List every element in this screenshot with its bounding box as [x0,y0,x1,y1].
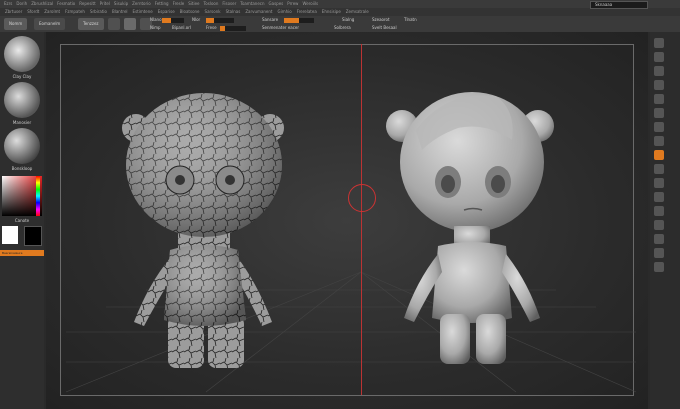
smooth-character-model[interactable] [376,70,576,370]
menu-item[interactable]: Fetting [155,1,169,6]
clay-brush-icon[interactable] [4,36,40,72]
menu-item[interactable]: Pritel [100,1,110,6]
menu-item[interactable]: Toamtanecn [240,1,264,6]
menu-item[interactable]: Repesitt [79,1,95,6]
setting-icon[interactable] [654,262,664,272]
menu-item[interactable]: Weroiils [302,1,318,6]
brush2-label: Manosier [12,120,32,125]
rotate-icon[interactable] [654,122,664,132]
frame-icon[interactable] [654,80,664,90]
menu-item[interactable]: Sitiee [188,1,199,6]
brush3-label: Bonskloop [11,166,33,171]
submenu-item[interactable]: Blantrel [112,9,128,14]
xyz-icon[interactable] [654,178,664,188]
submenu-item[interactable]: Frerelatea [297,9,317,14]
brush-cursor [348,184,376,212]
menu-item[interactable]: Sisukip [114,1,128,6]
symmetry-line [361,44,362,395]
submenu-item[interactable]: Bloatsone [180,9,200,14]
ctl-4: Sialng [342,17,355,22]
floor-icon[interactable] [654,150,664,160]
menu-item[interactable]: Gaspes [269,1,284,6]
submenu-item[interactable]: Stalnas [226,9,241,14]
lock-icon[interactable] [654,38,664,48]
nomm-button[interactable]: Nomm [4,18,28,30]
submenu-item[interactable]: Gimhio [278,9,292,14]
submenu-item[interactable]: Esparise [158,9,175,14]
brush1-label: Clay Clay [12,74,32,79]
secondary-color-swatch[interactable] [24,226,42,246]
dynamic-icon[interactable] [654,248,664,258]
ctl-7: Nimp [150,25,161,30]
top-toolbar: Nomm Eomanelm Tenzzez Nlano Nlor Sansare… [0,16,680,32]
local-icon[interactable] [654,164,664,174]
menu-item[interactable]: Tosloon [204,1,219,6]
ctl-9: Frese [206,25,217,30]
slider-4[interactable] [220,26,246,31]
material-sphere-icon[interactable] [4,128,40,164]
scale-icon[interactable] [654,108,664,118]
viewport-canvas[interactable] [46,32,680,409]
submenu-item[interactable]: Ehnsisipe [322,9,341,14]
ctl-3: Sansare [262,17,279,22]
submenu-item[interactable]: Zbrtuser [5,9,22,14]
sub-menubar: Zbrtuser Sfordt Zarolmt Fzmpateh Srbiratio Bl… [0,8,680,16]
eomanelm-button[interactable]: Eomanelm [34,18,66,30]
ghost-icon[interactable] [654,220,664,230]
submenu-item[interactable]: Sarsonk [205,9,221,14]
camera-icon[interactable] [654,66,664,76]
footer-label[interactable]: Basrsinaiaure [0,250,44,256]
ctl-1: Nlano [150,17,162,22]
primary-color-swatch[interactable] [2,226,18,244]
menu-item[interactable]: Prrew [287,1,298,6]
right-toolbar [650,32,680,409]
submenu-item[interactable]: Zarolmt [44,9,60,14]
left-panel: Clay Clay Manosier Bonskloop Canote Basr… [0,32,44,409]
color-label: Canote [14,218,30,223]
transp-icon[interactable] [654,206,664,216]
submenu-item[interactable]: Fzmpateh [65,9,85,14]
ctl-6: Tlnatn [404,17,417,22]
submenu-item[interactable]: Sfordt [27,9,39,14]
solo-icon[interactable] [654,192,664,202]
menu-item[interactable]: Fresle [173,1,185,6]
slider-1[interactable] [162,18,184,23]
submenu-item[interactable]: Srbiratio [90,9,107,14]
slider-2[interactable] [206,18,234,23]
manosier-brush-icon[interactable] [4,82,40,118]
main-menubar: Ezrs Dorih Zbrushlizal Fesmatio Repesitt Prit… [0,0,680,8]
menu-item[interactable]: Zerntorio [132,1,151,6]
submenu-item[interactable]: Zarvumanent [245,9,272,14]
menu-item[interactable]: Fesmatio [57,1,75,6]
hue-slider[interactable] [36,176,40,216]
menu-item[interactable]: Dorih [16,1,27,6]
submenu-item[interactable]: Zemsatrale [346,9,369,14]
tenzzez-button[interactable]: Tenzzez [78,18,104,30]
cracked-character-model[interactable] [112,70,312,370]
submenu-item[interactable]: Estimtene [133,9,153,14]
poly-icon[interactable] [654,234,664,244]
grid-icon[interactable] [654,52,664,62]
move-icon[interactable] [654,94,664,104]
brush-icon[interactable] [124,18,136,30]
persp-icon[interactable] [654,136,664,146]
menu-item[interactable]: Fisoser [222,1,236,6]
ctl-2: Nlor [192,17,201,22]
ctl-10: Senmenater eacer [262,25,300,30]
ctl-11: Solbrera [334,25,351,30]
draw-icon[interactable] [108,18,120,30]
ctl-5: Szeaorot [372,17,390,22]
ctl-12: Svelt Besaal [372,25,397,30]
search-box[interactable]: Sknaaaa [590,1,648,9]
slider-3[interactable] [284,18,314,23]
menu-item[interactable]: Zbrushlizal [31,1,53,6]
ctl-8: Bipanl.orl [172,25,191,30]
menu-item[interactable]: Ezrs [4,1,12,6]
